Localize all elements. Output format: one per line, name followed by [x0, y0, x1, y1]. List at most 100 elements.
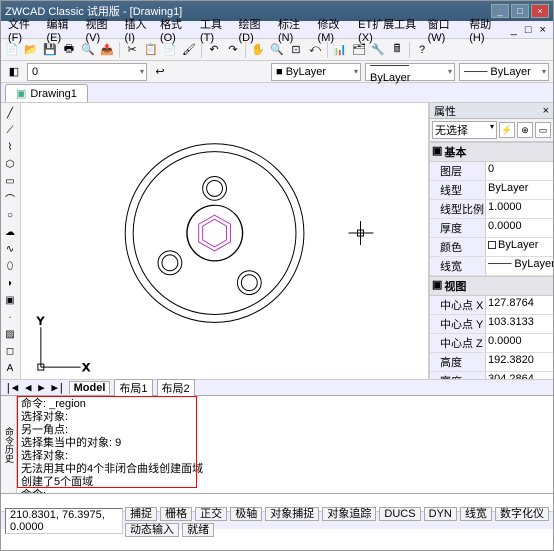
drawing-canvas[interactable]: X Y: [21, 103, 429, 379]
print-icon[interactable]: 🖶: [60, 41, 78, 59]
status-toggle[interactable]: 对象追踪: [322, 507, 376, 521]
spline-icon[interactable]: ∿: [2, 241, 18, 257]
command-log[interactable]: 命令: _region选择对象:另一角点:选择集当中的对象: 9选择对象:无法用…: [17, 396, 553, 493]
undo-icon[interactable]: ↶: [205, 41, 223, 59]
status-toggle[interactable]: DYN: [424, 507, 457, 521]
save-icon[interactable]: 💾: [41, 41, 59, 59]
doc-tab[interactable]: ▣ Drawing1: [5, 84, 88, 102]
open-icon[interactable]: 📂: [22, 41, 40, 59]
hatch-icon[interactable]: ▨: [2, 326, 18, 342]
menu-insert[interactable]: 插入(I): [122, 16, 155, 44]
menu-file[interactable]: 文件(F): [5, 16, 42, 44]
layout2-tab[interactable]: 布局2: [157, 379, 195, 396]
status-toggle[interactable]: 对象捕捉: [265, 507, 319, 521]
menu-format[interactable]: 格式(O): [157, 16, 195, 44]
cut-icon[interactable]: ✂: [123, 41, 141, 59]
prop-value[interactable]: 1.0000: [486, 200, 553, 218]
ellarc-icon[interactable]: ◗: [2, 275, 18, 291]
status-toggle[interactable]: 极轴: [230, 507, 262, 521]
prop-row[interactable]: 线宽─── ByLayer: [430, 257, 553, 276]
prop-value[interactable]: ByLayer: [486, 238, 553, 256]
menu-modify[interactable]: 修改(M): [315, 16, 354, 44]
menu-edit[interactable]: 编辑(E): [44, 16, 81, 44]
status-toggle[interactable]: DUCS: [379, 507, 420, 521]
layer-combo[interactable]: 0: [27, 63, 147, 81]
menu-tools[interactable]: 工具(T): [197, 16, 234, 44]
matchprop-icon[interactable]: 🖌: [180, 41, 198, 59]
dc-icon[interactable]: 🗂: [350, 41, 368, 59]
quickselect-icon[interactable]: ⚡: [499, 122, 515, 138]
status-toggle[interactable]: 线宽: [460, 507, 492, 521]
prop-group[interactable]: ▣ 基本: [430, 142, 553, 162]
menu-window[interactable]: 窗口(W): [425, 16, 465, 44]
redo-icon[interactable]: ↷: [224, 41, 242, 59]
prop-row[interactable]: 图层0: [430, 162, 553, 181]
polygon-icon[interactable]: ⬡: [2, 156, 18, 172]
mdi-min-icon[interactable]: _: [508, 24, 520, 36]
select-icon[interactable]: ▭: [535, 122, 551, 138]
prop-row[interactable]: 颜色ByLayer: [430, 238, 553, 257]
region-icon[interactable]: ◻: [2, 343, 18, 359]
prop-group[interactable]: ▣ 视图: [430, 276, 553, 296]
prop-value[interactable]: 192.3820: [486, 353, 553, 371]
paste-icon[interactable]: 📄: [161, 41, 179, 59]
layer-mgr-icon[interactable]: ◧: [5, 63, 23, 81]
prop-value[interactable]: ByLayer: [486, 181, 553, 199]
tab-nav[interactable]: |◀ ◀ ▶ ▶|: [5, 381, 65, 394]
property-grid[interactable]: ▣ 基本图层0线型ByLayer线型比例1.0000厚度0.0000颜色ByLa…: [430, 142, 553, 379]
zoomprev-icon[interactable]: ⤺: [306, 41, 324, 59]
block-icon[interactable]: ▣: [2, 292, 18, 308]
maximize-button[interactable]: □: [511, 4, 529, 18]
copy-icon[interactable]: 📋: [142, 41, 160, 59]
menu-dim[interactable]: 标注(N): [275, 16, 313, 44]
prop-row[interactable]: 中心点 X127.8764: [430, 296, 553, 315]
prop-row[interactable]: 线型比例1.0000: [430, 200, 553, 219]
menu-et[interactable]: ET扩展工具(X): [355, 16, 423, 44]
status-toggle[interactable]: 就绪: [182, 523, 214, 537]
publish-icon[interactable]: 📤: [98, 41, 116, 59]
line-icon[interactable]: ╱: [2, 105, 18, 121]
selection-combo[interactable]: 无选择: [432, 121, 497, 139]
prop-value[interactable]: 0.0000: [486, 219, 553, 237]
menu-draw[interactable]: 绘图(D): [235, 16, 273, 44]
prop-value[interactable]: 0.0000: [486, 334, 553, 352]
pickadd-icon[interactable]: ⊕: [517, 122, 533, 138]
prop-value[interactable]: 127.8764: [486, 296, 553, 314]
prop-value[interactable]: 0: [486, 162, 553, 180]
status-toggle[interactable]: 捕捉: [125, 507, 157, 521]
mdi-close-icon[interactable]: ×: [537, 24, 549, 36]
prop-row[interactable]: 高度192.3820: [430, 353, 553, 372]
rect-icon[interactable]: ▭: [2, 173, 18, 189]
prop-row[interactable]: 线型ByLayer: [430, 181, 553, 200]
prop-icon[interactable]: 📊: [331, 41, 349, 59]
revcloud-icon[interactable]: ☁: [2, 224, 18, 240]
menu-view[interactable]: 视图(V): [83, 16, 120, 44]
pan-icon[interactable]: ✋: [249, 41, 267, 59]
tool-icon[interactable]: 🔧: [369, 41, 387, 59]
status-toggle[interactable]: 栅格: [160, 507, 192, 521]
point-icon[interactable]: ·: [2, 309, 18, 325]
model-tab[interactable]: Model: [69, 381, 111, 394]
layer-prev-icon[interactable]: ↩: [151, 63, 169, 81]
status-toggle[interactable]: 数字化仪: [495, 507, 549, 521]
layout1-tab[interactable]: 布局1: [114, 379, 152, 396]
linetype-combo[interactable]: ───── ByLayer: [365, 63, 455, 81]
prop-value[interactable]: ─── ByLayer: [486, 257, 553, 275]
status-toggle[interactable]: 正交: [195, 507, 227, 521]
status-toggle[interactable]: 动态输入: [125, 523, 179, 537]
prop-row[interactable]: 厚度0.0000: [430, 219, 553, 238]
preview-icon[interactable]: 🔍: [79, 41, 97, 59]
lineweight-combo[interactable]: ─── ByLayer: [459, 63, 549, 81]
close-button[interactable]: ×: [531, 4, 549, 18]
circle-icon[interactable]: ○: [2, 207, 18, 223]
zoom-icon[interactable]: 🔍: [268, 41, 286, 59]
panel-close-icon[interactable]: ×: [543, 105, 549, 117]
pline-icon[interactable]: ⌇: [2, 139, 18, 155]
prop-value[interactable]: 103.3133: [486, 315, 553, 333]
prop-row[interactable]: 中心点 Y103.3133: [430, 315, 553, 334]
xline-icon[interactable]: ⟋: [2, 122, 18, 138]
mdi-max-icon[interactable]: □: [522, 24, 535, 36]
prop-value[interactable]: 304.2864: [486, 372, 553, 379]
ellipse-icon[interactable]: ⬯: [2, 258, 18, 274]
text-icon[interactable]: A: [2, 360, 18, 376]
